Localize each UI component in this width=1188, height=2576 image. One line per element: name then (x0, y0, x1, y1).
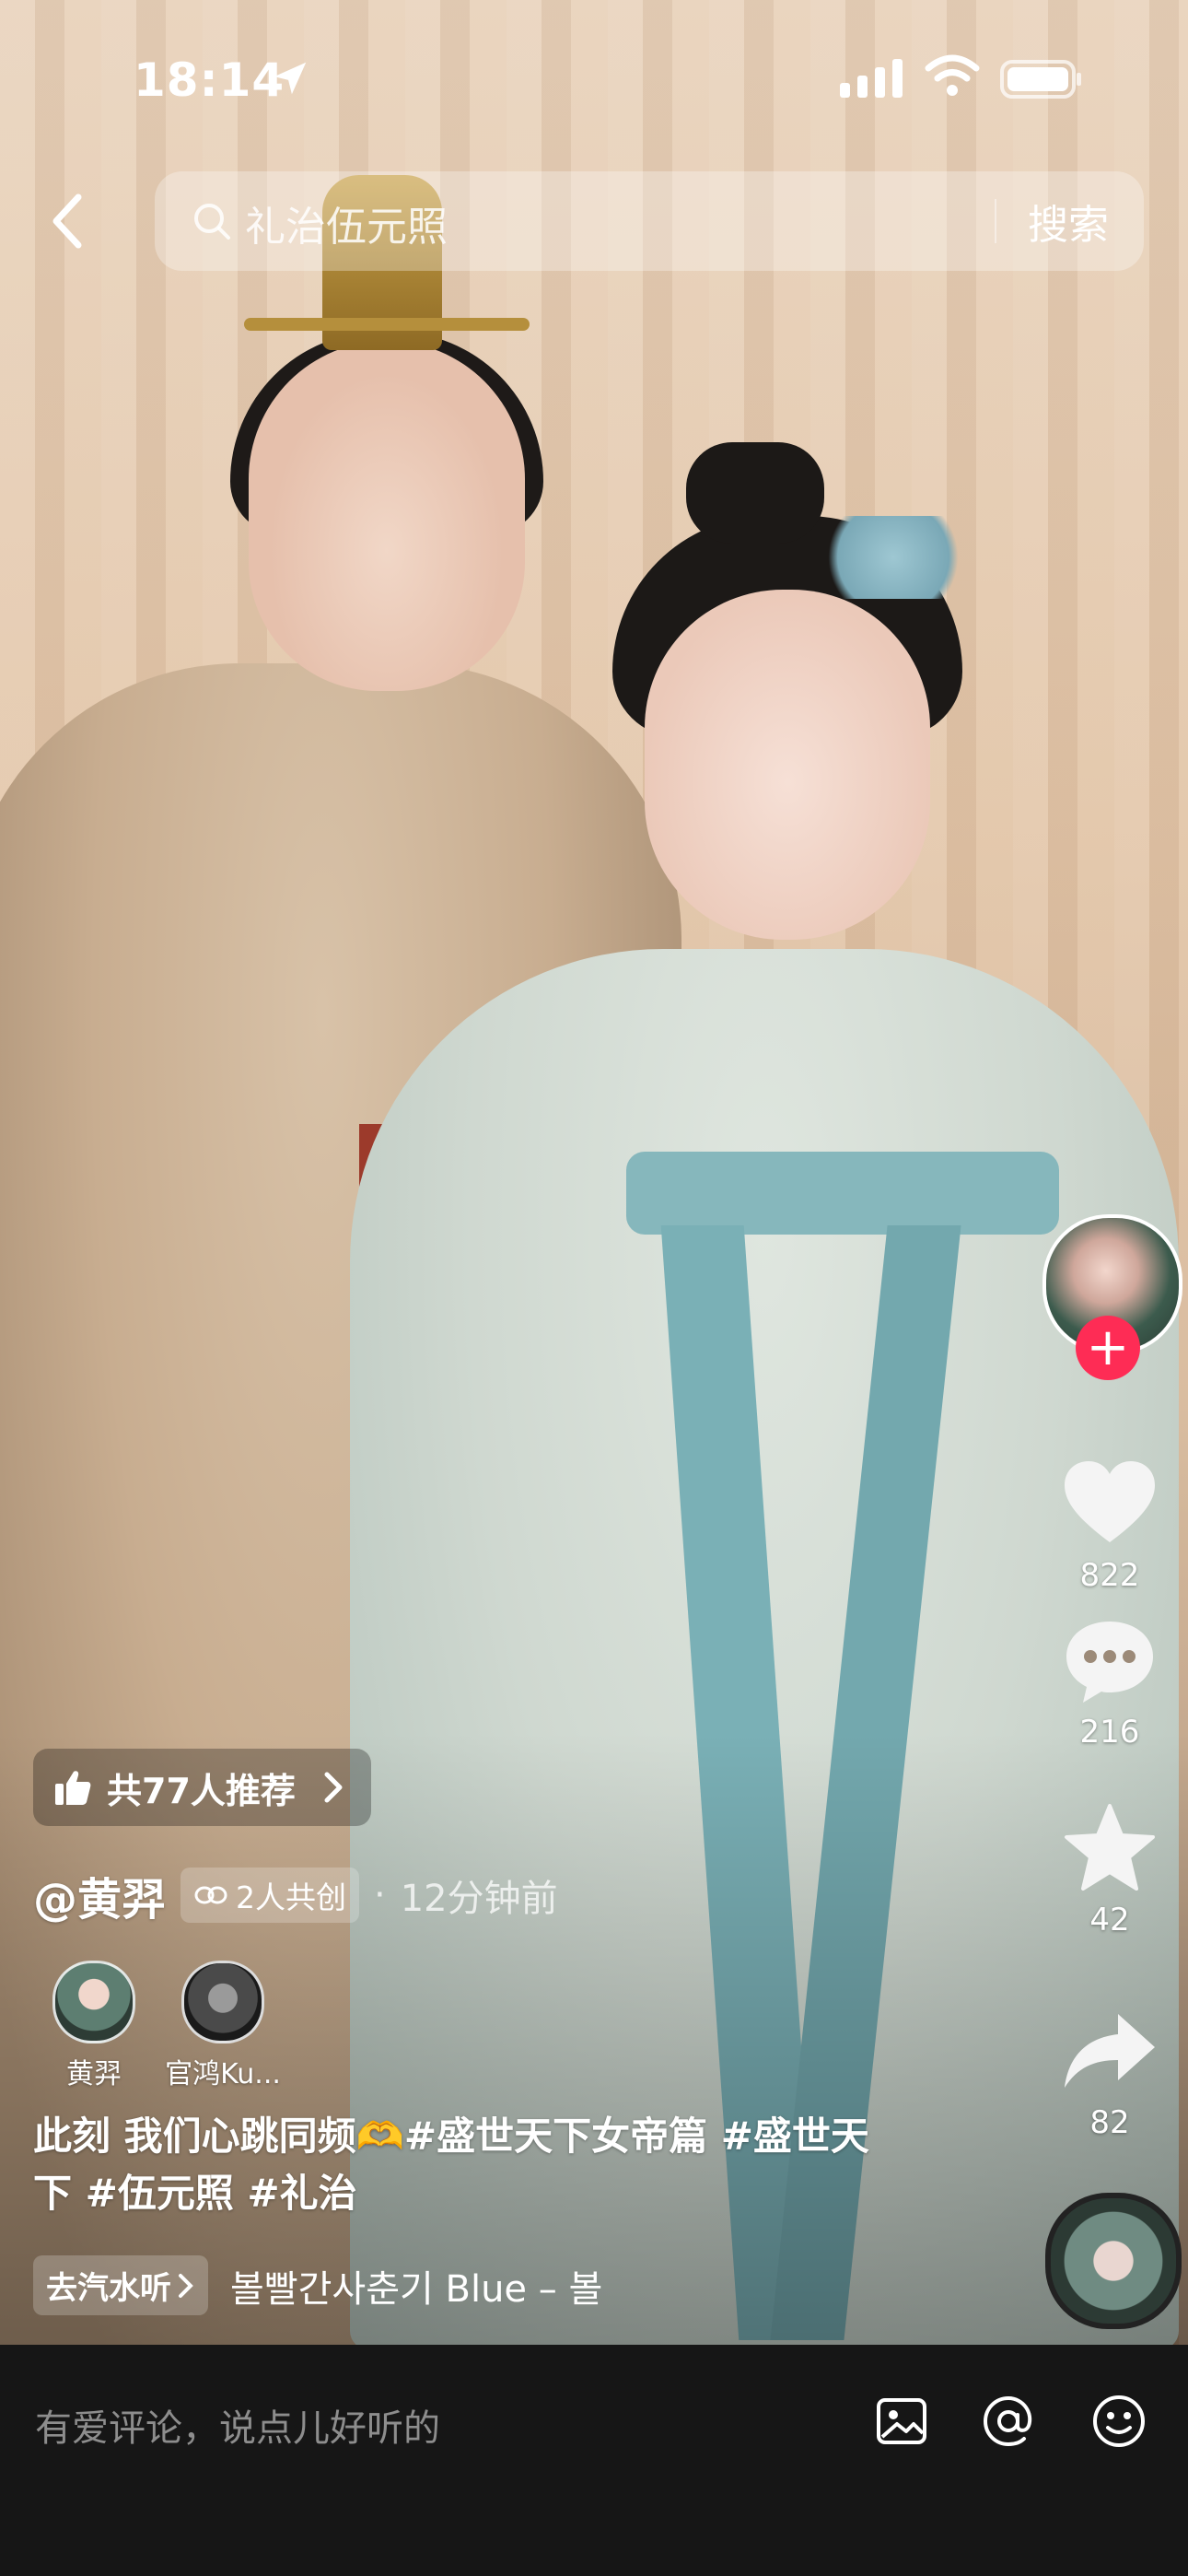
hairpin (244, 318, 530, 331)
go-listen-label: 去汽水听 (46, 2270, 171, 2307)
back-icon (52, 193, 82, 249)
location-arrow-icon (274, 62, 307, 95)
at-icon[interactable] (980, 2393, 1037, 2450)
music-disc[interactable] (1045, 2193, 1182, 2329)
like-count: 822 (1079, 1557, 1140, 1594)
chevron-right-icon (179, 2273, 193, 2298)
search-icon (194, 204, 230, 240)
creator-name: 黄羿 (66, 2058, 122, 2090)
caption-hashtags[interactable]: #盛世天下女帝篇 #盛世天 (404, 2113, 869, 2159)
man-face (249, 341, 525, 691)
back-button[interactable] (35, 184, 99, 258)
recommend-pill[interactable]: 共77人推荐 (33, 1749, 371, 1826)
comment-button[interactable]: 216 (1050, 1614, 1170, 1751)
favorite-button[interactable]: 42 (1050, 1802, 1170, 1938)
creator-item[interactable]: 黄羿 (20, 1961, 168, 2091)
blue-waistband (626, 1152, 1059, 1235)
link-icon (194, 1886, 227, 1904)
heart-icon (1065, 1461, 1155, 1542)
go-listen-button[interactable]: 去汽水听 (33, 2255, 208, 2315)
follow-button[interactable]: + (1076, 1316, 1140, 1380)
woman-face (645, 590, 930, 940)
author-name[interactable]: @黄羿 (33, 1863, 166, 1927)
separator-dot: · (374, 1874, 386, 1916)
recommend-label: 共77人推荐 (107, 1770, 296, 1811)
author-row: @黄羿 2人共创 · 12分钟前 (33, 1863, 558, 1927)
heart-hands-emoji: 🫶 (355, 2113, 404, 2159)
follow-plus-icon: + (1086, 1317, 1130, 1377)
status-bar: 18:14 (0, 0, 1188, 157)
hair-flowers (810, 516, 976, 599)
creator-avatar (181, 1961, 264, 2043)
share-count: 82 (1089, 2104, 1130, 2141)
caption-text: 此刻 我们心跳同频 (33, 2113, 356, 2159)
caption-hashtags[interactable]: 下 #伍元照 #礼治 (33, 2171, 357, 2216)
status-time: 18:14 (134, 53, 285, 107)
woman-hair-bun (686, 442, 824, 544)
creator-avatar (52, 1961, 135, 2043)
search-button[interactable]: 搜索 (1028, 192, 1109, 251)
comment-count: 216 (1079, 1714, 1140, 1751)
chevron-right-icon (324, 1772, 343, 1803)
favorite-count: 42 (1089, 1902, 1130, 1938)
coop-badge[interactable]: 2人共创 (181, 1868, 360, 1923)
emoji-icon[interactable] (1090, 2393, 1147, 2450)
coop-label: 2人共创 (236, 1879, 347, 1915)
creator-item[interactable]: 官鸿Ku... (149, 1961, 297, 2091)
post-time: 12分钟前 (400, 1878, 558, 1920)
creator-name: 官鸿Ku... (165, 2058, 281, 2090)
video-caption[interactable]: 此刻 我们心跳同频🫶#盛世天下女帝篇 #盛世天 下 #伍元照 #礼治 (33, 2108, 917, 2222)
star-icon (1065, 1804, 1155, 1891)
like-button[interactable]: 822 (1050, 1458, 1170, 1594)
comment-icon (1066, 1622, 1153, 1703)
battery-icon (1000, 60, 1081, 99)
thumb-up-icon (55, 1771, 91, 1805)
share-icon (1065, 2014, 1155, 2088)
comment-bar: 有爱评论，说点儿好听的 (0, 2345, 1188, 2576)
music-row: 去汽水听 볼빨간사춘기 Blue – 볼 (33, 2255, 801, 2315)
signal-icon (840, 59, 903, 98)
search-divider (995, 199, 996, 243)
search-input[interactable]: 礼治伍元照 (245, 193, 448, 252)
share-button[interactable]: 82 (1050, 2005, 1170, 2141)
comment-input[interactable]: 有爱评论，说点儿好听的 (35, 2398, 440, 2452)
search-box[interactable]: 礼治伍元照 搜索 (155, 171, 1144, 271)
song-title[interactable]: 볼빨간사춘기 Blue – 볼 (230, 2259, 801, 2313)
wifi-icon (925, 54, 980, 96)
image-icon[interactable] (873, 2393, 930, 2450)
